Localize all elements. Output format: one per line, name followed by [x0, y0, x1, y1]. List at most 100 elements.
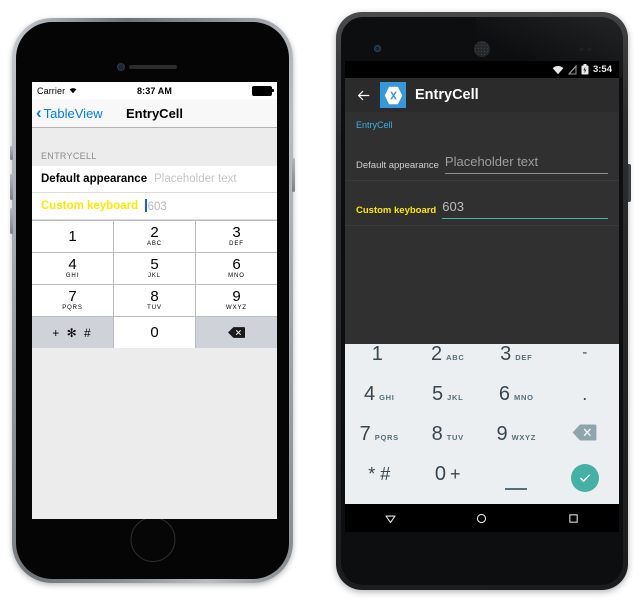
key-4-letters: GHI: [65, 273, 80, 280]
key-7[interactable]: 7 PQRS: [345, 424, 414, 464]
key-dash-label: -: [582, 344, 588, 361]
key-7[interactable]: 7 PQRS: [32, 285, 113, 316]
key-5-letters: JKL: [147, 273, 162, 280]
key-2-letters: ABC: [446, 353, 465, 362]
key-2[interactable]: 2 ABC: [114, 221, 195, 252]
key-7-letters: PQRS: [374, 433, 399, 442]
key-4-number: 4: [68, 256, 77, 274]
iphone-volume-up-button[interactable]: [10, 174, 13, 200]
key-backspace[interactable]: [196, 317, 277, 348]
key-3[interactable]: 3 DEF: [482, 344, 551, 384]
key-9-letters: WXYZ: [226, 305, 247, 312]
ios-screen: Carrier 8:37 AM ‹ TableView EntryCell EN…: [32, 82, 277, 519]
key-enter[interactable]: [551, 464, 620, 504]
key-1-number: 1: [371, 343, 383, 365]
nav-recents-square-icon[interactable]: [558, 504, 588, 532]
entry-input-default[interactable]: Placeholder text: [444, 153, 608, 174]
iphone-power-button[interactable]: [292, 158, 295, 192]
key-5[interactable]: 5 JKL: [114, 253, 195, 284]
key-9[interactable]: 9 WXYZ: [482, 424, 551, 464]
key-1[interactable]: 1: [32, 221, 113, 252]
entry-cell-label: Default appearance: [356, 160, 439, 171]
entry-cell-default[interactable]: Default appearance Placeholder text: [32, 166, 277, 193]
key-dash[interactable]: -: [551, 344, 620, 384]
key-symbols-label: + ✻ #: [52, 325, 93, 340]
key-6[interactable]: 6 MNO: [482, 384, 551, 424]
page-title: EntryCell: [415, 87, 479, 103]
key-9-number: 9: [232, 288, 241, 306]
key-0[interactable]: 0: [114, 317, 195, 348]
entry-cell-custom[interactable]: Custom keyboard 603: [345, 181, 619, 226]
android-app-bar: EntryCell: [345, 78, 619, 112]
key-4[interactable]: 4 GHI: [345, 384, 414, 424]
key-2-number: 2: [150, 224, 159, 242]
key-9-letters: WXYZ: [511, 433, 537, 442]
key-5[interactable]: 5 JKL: [414, 384, 483, 424]
backspace-icon: [228, 327, 245, 338]
ios-clock: 8:37 AM: [137, 85, 172, 96]
key-6[interactable]: 6 MNO: [196, 253, 277, 284]
arrow-left-icon[interactable]: [356, 88, 371, 103]
key-8[interactable]: 8 TUV: [414, 424, 483, 464]
entry-input-default[interactable]: Placeholder text: [154, 173, 236, 185]
entry-cell-default[interactable]: Default appearance Placeholder text: [345, 136, 619, 181]
key-4-number: 4: [363, 383, 376, 405]
key-0[interactable]: 0 +: [414, 464, 483, 504]
key-8-letters: TUV: [446, 433, 464, 442]
ios-status-bar: Carrier 8:37 AM: [32, 82, 277, 99]
key-3[interactable]: 3 DEF: [196, 221, 277, 252]
page-title: EntryCell: [125, 105, 184, 121]
android-screen: 3:54 EntryCell EntryCell Default appeara…: [345, 61, 619, 532]
front-camera-icon: [374, 45, 381, 52]
check-icon: [570, 464, 599, 492]
underscore-icon: [505, 488, 528, 490]
android-device-frame: 3:54 EntryCell EntryCell Default appeara…: [336, 12, 631, 590]
entry-input-custom-value: 603: [147, 201, 167, 213]
key-0-number: 0: [150, 323, 159, 341]
key-8-number: 8: [431, 423, 443, 445]
nav-home-circle-icon[interactable]: [467, 504, 497, 532]
nav-back-triangle-icon[interactable]: [376, 504, 406, 532]
key-4[interactable]: 4 GHI: [32, 253, 113, 284]
key-2[interactable]: 2 ABC: [414, 344, 483, 384]
proximity-sensor-icon: [580, 48, 583, 51]
home-button[interactable]: [130, 517, 175, 562]
iphone-volume-down-button[interactable]: [10, 208, 13, 234]
earpiece-speaker: [128, 65, 177, 69]
text-cursor: [145, 199, 147, 212]
key-9[interactable]: 9 WXYZ: [196, 285, 277, 316]
key-symbols[interactable]: + ✻ #: [32, 317, 113, 348]
key-1[interactable]: 1: [345, 344, 414, 384]
key-5-number: 5: [150, 256, 159, 274]
key-8[interactable]: 8 TUV: [114, 285, 195, 316]
battery-icon: [252, 85, 274, 96]
ios-numeric-keypad: 1 2 ABC 3 DEF 4 GHI 5 JKL 6 MNO 7 PQRS 8…: [32, 220, 277, 348]
android-power-button[interactable]: [628, 164, 631, 202]
key-7-number: 7: [68, 288, 77, 306]
iphone-mute-switch[interactable]: [10, 146, 13, 160]
earpiece-speaker: [474, 41, 490, 57]
backspace-icon: [572, 424, 597, 441]
section-header: ENTRYCELL: [32, 128, 277, 166]
entry-input-custom-value: 603: [442, 199, 464, 214]
front-camera-icon: [117, 63, 125, 71]
key-star-hash[interactable]: * #: [345, 464, 414, 504]
entry-cell-label-custom: Custom keyboard: [356, 205, 437, 216]
key-period[interactable]: .: [551, 384, 620, 424]
key-9-number: 9: [496, 423, 508, 445]
entry-cell-custom[interactable]: Custom keyboard 603: [32, 193, 277, 220]
key-3-number: 3: [232, 224, 241, 242]
key-space[interactable]: [482, 464, 551, 504]
key-3-letters: DEF: [515, 353, 533, 362]
key-3-number: 3: [500, 343, 512, 365]
key-8-letters: TUV: [147, 305, 162, 312]
wifi-icon: [552, 65, 564, 75]
key-1-number: 1: [68, 227, 77, 245]
key-backspace[interactable]: [551, 424, 620, 464]
entry-input-custom[interactable]: 603: [145, 199, 167, 213]
entry-input-custom[interactable]: 603: [442, 198, 608, 219]
screenshot-canvas: Carrier 8:37 AM ‹ TableView EntryCell EN…: [0, 0, 641, 600]
key-6-number: 6: [232, 256, 241, 274]
android-navigation-bar: [345, 504, 619, 532]
android-content-empty-area: [345, 226, 619, 344]
